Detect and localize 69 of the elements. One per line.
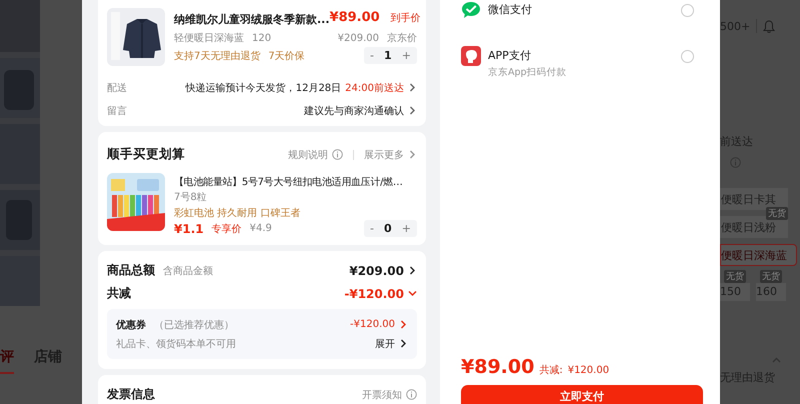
info-icon[interactable]: [406, 389, 417, 400]
price-label: 专享价: [212, 222, 242, 236]
radio-button[interactable]: [681, 50, 694, 63]
info-icon[interactable]: [332, 149, 343, 160]
minus-button[interactable]: -: [368, 222, 376, 235]
coupon-label: 优惠券: [116, 318, 146, 332]
more-link[interactable]: 展示更多: [364, 148, 404, 162]
plus-button[interactable]: +: [400, 222, 413, 235]
invoice-notice[interactable]: 开票须知: [362, 388, 402, 402]
delivery-estimate: 快递运输预计今天发货，12月28日: [186, 82, 342, 94]
minus-button[interactable]: -: [368, 49, 376, 62]
product-tags: 彩虹电池 持久耐用 口碑王者: [174, 206, 417, 220]
quantity-value: 1: [384, 49, 392, 62]
total-value[interactable]: ¥209.00: [349, 264, 404, 278]
payment-name: APP支付: [488, 48, 532, 63]
product-title[interactable]: 【电池能量站】5号7号大号纽扣电池适用血压计/燃…: [174, 173, 417, 189]
payment-subtitle: 京东App扫码付款: [488, 66, 568, 79]
stock-badge: 无货: [724, 270, 746, 283]
price-label: 到手价: [390, 12, 421, 24]
stock-badge: 无货: [760, 270, 782, 283]
price-label: 京东价: [387, 32, 417, 45]
discount-value[interactable]: -¥120.00: [344, 286, 404, 300]
chevron-right-icon[interactable]: [399, 339, 408, 348]
plus-button[interactable]: +: [400, 49, 413, 62]
message-label: 留言: [107, 104, 127, 118]
payment-option[interactable]: 微信支付: [461, 0, 704, 46]
product-price: ¥89.00: [330, 10, 380, 25]
invoice-title: 发票信息: [107, 386, 155, 403]
product-size: 120: [252, 32, 272, 44]
coupon-value[interactable]: -¥120.00: [350, 319, 395, 330]
color-option[interactable]: 便暖日深海蓝: [720, 244, 797, 266]
color-option[interactable]: 便暖日浅粉: [720, 216, 788, 238]
bell-icon[interactable]: [763, 20, 776, 32]
delivery-label: 配送: [107, 82, 127, 94]
product-title[interactable]: 纳维凯尔儿童羽绒服冬季新款...: [174, 8, 330, 27]
pay-button[interactable]: 立即支付: [461, 385, 703, 404]
total-price: ¥89.00: [461, 356, 534, 378]
size-option[interactable]: 160: [756, 283, 786, 301]
size-option[interactable]: 150: [720, 283, 750, 301]
product-price: ¥1.1: [174, 222, 204, 236]
discount-label: 共减:: [539, 364, 563, 377]
stock-badge: 无货: [766, 207, 788, 220]
color-option[interactable]: 便暖日卡其: [720, 188, 788, 210]
product-spec: 7号8粒: [174, 191, 208, 204]
app-icon: [461, 46, 481, 66]
original-price: ¥209.00: [338, 32, 379, 44]
original-price: ¥4.9: [250, 223, 272, 234]
payment-option[interactable]: APP支付 京东App扫码付款: [461, 46, 704, 92]
chevron-down-icon[interactable]: [408, 289, 417, 298]
discount-label: 共减: [107, 285, 131, 302]
quantity-value: 0: [384, 222, 392, 235]
section-title: 顺手买更划算: [107, 146, 185, 163]
product-spec: 轻便暖日深海蓝: [174, 32, 244, 45]
info-icon[interactable]: [730, 157, 741, 168]
total-note: 含商品金额: [163, 264, 213, 278]
rule-link[interactable]: 规则说明: [288, 148, 328, 162]
payment-name: 微信支付: [488, 2, 533, 17]
discount-amount: ¥120.00: [568, 365, 610, 376]
expand-link[interactable]: 展开: [375, 336, 395, 350]
service-tag: 支持7天无理由退货: [174, 48, 260, 62]
coupon-note: （已选推荐优惠）: [154, 318, 234, 332]
total-label: 商品总额: [107, 262, 155, 279]
chevron-up-icon[interactable]: [772, 356, 781, 365]
service-tag: 7天价保: [268, 48, 305, 62]
message-hint[interactable]: 建议先与商家沟通确认: [304, 104, 404, 118]
gift-card-note: 礼品卡、领货码本单不可用: [116, 338, 236, 350]
chevron-right-icon[interactable]: [408, 266, 417, 275]
delivery-deadline: 24:00前送达: [345, 82, 404, 94]
radio-button[interactable]: [681, 4, 694, 17]
